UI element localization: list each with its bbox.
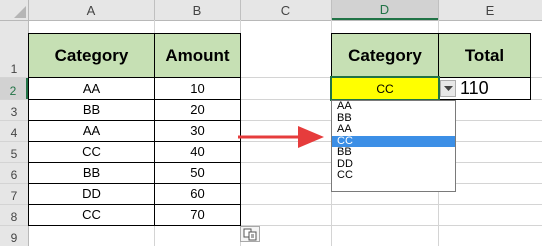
select-all-icon: [14, 6, 26, 18]
row-header-3[interactable]: 3: [0, 99, 28, 120]
table1-category-cell[interactable]: CC: [29, 204, 154, 225]
header-separator: [0, 20, 542, 21]
table1-divider: [28, 77, 241, 78]
table1-header-amount[interactable]: Amount: [155, 34, 240, 77]
table1-category-cell[interactable]: BB: [29, 99, 154, 120]
dropdown-option[interactable]: AA: [332, 123, 455, 136]
column-header-c[interactable]: C: [240, 0, 331, 20]
column-header-e[interactable]: E: [438, 0, 542, 20]
table1-divider: [28, 183, 241, 184]
row-header-7[interactable]: 7: [0, 183, 28, 204]
table1-divider: [28, 204, 241, 205]
table1-amount-cell[interactable]: 60: [155, 183, 240, 204]
column-header-a[interactable]: A: [28, 0, 154, 20]
dropdown-list[interactable]: AA BB AA CC BB DD CC: [331, 100, 456, 192]
table2-header-category[interactable]: Category: [332, 34, 438, 77]
table1-divider: [154, 33, 155, 226]
gridline: [0, 225, 542, 226]
row-header-5[interactable]: 5: [0, 141, 28, 162]
table1-amount-cell[interactable]: 10: [155, 78, 240, 99]
column-header-d[interactable]: D: [331, 0, 438, 20]
table1-header-category[interactable]: Category: [29, 34, 154, 77]
column-header-b[interactable]: B: [154, 0, 240, 20]
table1-category-cell[interactable]: BB: [29, 162, 154, 183]
table1-category-cell[interactable]: CC: [29, 141, 154, 162]
table1-category-cell[interactable]: AA: [29, 120, 154, 141]
dropdown-option[interactable]: AA: [332, 100, 455, 113]
dropdown-option[interactable]: CC: [332, 169, 455, 182]
gridline: [331, 0, 332, 20]
dropdown-arrow-icon: [443, 85, 453, 91]
table1-divider: [28, 141, 241, 142]
right-arrow-icon: [238, 126, 324, 148]
gridline: [154, 0, 155, 20]
table1-divider: [28, 99, 241, 100]
paste-options-icon: [243, 228, 257, 241]
row-header-6[interactable]: 6: [0, 162, 28, 183]
table1-amount-cell[interactable]: 30: [155, 120, 240, 141]
active-cell-outline: [330, 76, 440, 101]
row-header-2[interactable]: 2: [0, 77, 28, 99]
dropdown-button[interactable]: [440, 80, 456, 97]
select-all-corner[interactable]: [0, 0, 28, 20]
row-header-9[interactable]: 9: [0, 225, 28, 246]
gridline: [240, 0, 241, 20]
paste-options-button[interactable]: [240, 226, 260, 242]
table1-divider: [28, 120, 241, 121]
table1-divider: [28, 162, 241, 163]
row-header-8[interactable]: 8: [0, 204, 28, 225]
table1-amount-cell[interactable]: 70: [155, 204, 240, 225]
table1-category-cell[interactable]: AA: [29, 78, 154, 99]
row-header-4[interactable]: 4: [0, 120, 28, 141]
table1-category-cell[interactable]: DD: [29, 183, 154, 204]
total-value-cell[interactable]: 110: [460, 78, 520, 99]
dropdown-option[interactable]: BB: [332, 146, 455, 159]
table1-amount-cell[interactable]: 50: [155, 162, 240, 183]
gridline: [438, 0, 439, 20]
table2-header-total[interactable]: Total: [439, 34, 530, 77]
table1-amount-cell[interactable]: 20: [155, 99, 240, 120]
table1-amount-cell[interactable]: 40: [155, 141, 240, 162]
row-header-1[interactable]: 1: [0, 20, 28, 77]
